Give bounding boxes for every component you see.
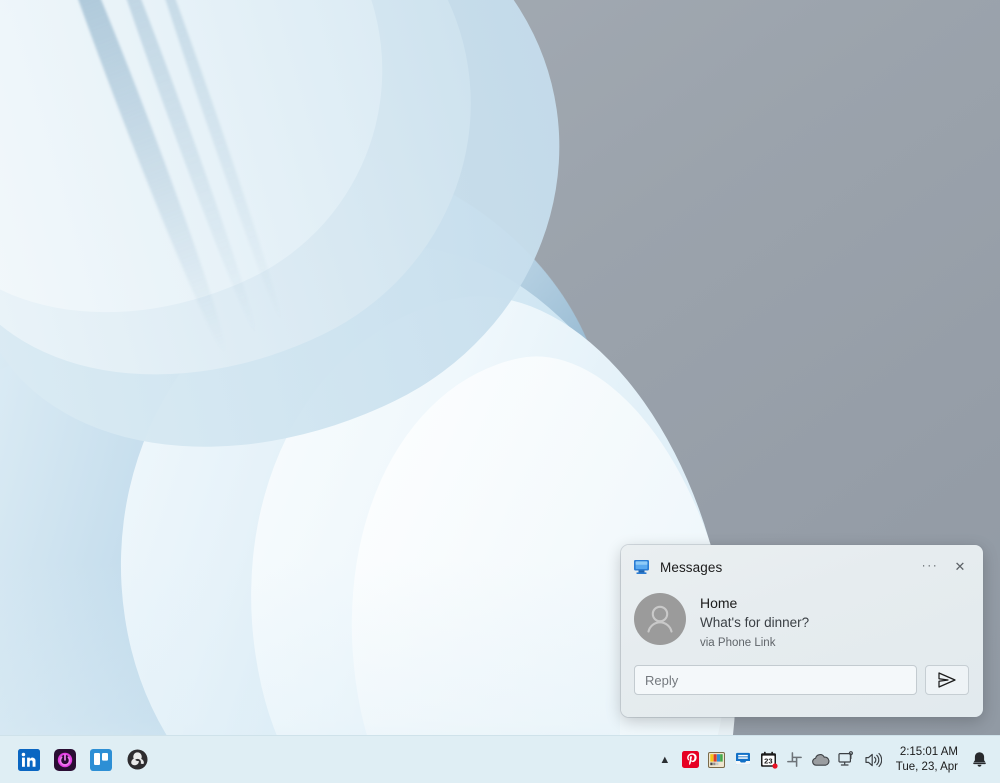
- reply-input[interactable]: [634, 665, 917, 695]
- clock-date: Tue, 23, Apr: [895, 760, 958, 773]
- inbox-tray-icon: [735, 752, 750, 765]
- speaker-volume-icon: [865, 752, 882, 767]
- send-paper-plane-icon: [938, 672, 956, 688]
- obs-icon: [127, 749, 147, 770]
- network-monitor-icon: [838, 751, 853, 766]
- toast-text-group: Home What's for dinner? via Phone Link: [700, 593, 809, 653]
- taskbar-clock[interactable]: 2:15:01 AM Tue, 23, Apr: [886, 745, 966, 775]
- power-button-icon: [54, 748, 76, 771]
- message-sender: Home: [700, 595, 738, 611]
- taskbar: ▲ 23 2:15:01 AM Tue, 23, Apr: [0, 735, 1000, 783]
- cloud-icon: [812, 753, 830, 766]
- tray-item-pinterest[interactable]: [678, 743, 704, 777]
- trello-icon: [90, 748, 112, 771]
- tray-item-onedrive[interactable]: [808, 743, 834, 777]
- wallpaper-ribbon-secondary: [0, 269, 606, 783]
- bell-icon: [972, 752, 986, 767]
- wallpaper-edge-line-3: [136, 0, 288, 326]
- calendar-badge: [772, 762, 778, 769]
- toast-more-options-button[interactable]: ···: [915, 554, 945, 580]
- taskbar-item-obs[interactable]: [120, 741, 154, 779]
- wallpaper-edge-line-2: [88, 0, 264, 339]
- slack-hash-icon: [787, 752, 803, 767]
- taskbar-item-power-app[interactable]: [48, 741, 82, 779]
- calendar-day-number: 23: [764, 756, 772, 765]
- tray-item-network[interactable]: [834, 743, 860, 777]
- tray-item-color-swatches[interactable]: [704, 743, 730, 777]
- wallpaper-edge-line-1: [27, 0, 237, 358]
- tray-item-mail[interactable]: [730, 743, 756, 777]
- toast-app-title: Messages: [660, 559, 723, 575]
- system-tray: ▲ 23 2:15:01 AM Tue, 23, Apr: [652, 743, 1000, 777]
- wallpaper-ribbon-primary: [0, 48, 689, 783]
- message-body: What's for dinner?: [700, 615, 810, 630]
- send-button[interactable]: [925, 665, 969, 695]
- tray-item-show-hidden-icons[interactable]: ▲: [652, 743, 678, 777]
- message-source: via Phone Link: [700, 637, 776, 649]
- avatar: [634, 593, 686, 645]
- toast-reply-row: [621, 653, 983, 695]
- wallpaper-strand-1: [0, 0, 652, 548]
- chevron-up-icon: ▲: [659, 753, 671, 766]
- tray-item-slack[interactable]: [782, 743, 808, 777]
- taskbar-pinned-apps: [0, 741, 154, 779]
- tray-item-calendar[interactable]: 23: [756, 743, 782, 777]
- wallpaper-strand-2: [0, 0, 556, 467]
- tray-item-volume[interactable]: [860, 743, 886, 777]
- pinterest-p-icon: [682, 751, 700, 768]
- clock-time: 2:15:01 AM: [899, 745, 958, 758]
- taskbar-item-linkedin[interactable]: [12, 741, 46, 779]
- toast-header: Messages ··· ✕: [621, 545, 983, 589]
- color-swatch-icon: [708, 751, 726, 768]
- messages-monitor-icon: [634, 560, 649, 574]
- toast-close-button[interactable]: ✕: [945, 554, 975, 580]
- notification-toast[interactable]: Messages ··· ✕ Home What's for dinner? v…: [621, 545, 983, 717]
- notification-bell-button[interactable]: [966, 743, 992, 777]
- wallpaper-ribbon-tertiary: [0, 126, 628, 783]
- calendar-icon: 23: [760, 751, 778, 769]
- wallpaper-strand-3: [0, 0, 460, 396]
- taskbar-item-trello[interactable]: [84, 741, 118, 779]
- linkedin-icon: [18, 748, 40, 771]
- toast-body: Home What's for dinner? via Phone Link: [621, 589, 983, 653]
- person-avatar-icon: [647, 605, 673, 633]
